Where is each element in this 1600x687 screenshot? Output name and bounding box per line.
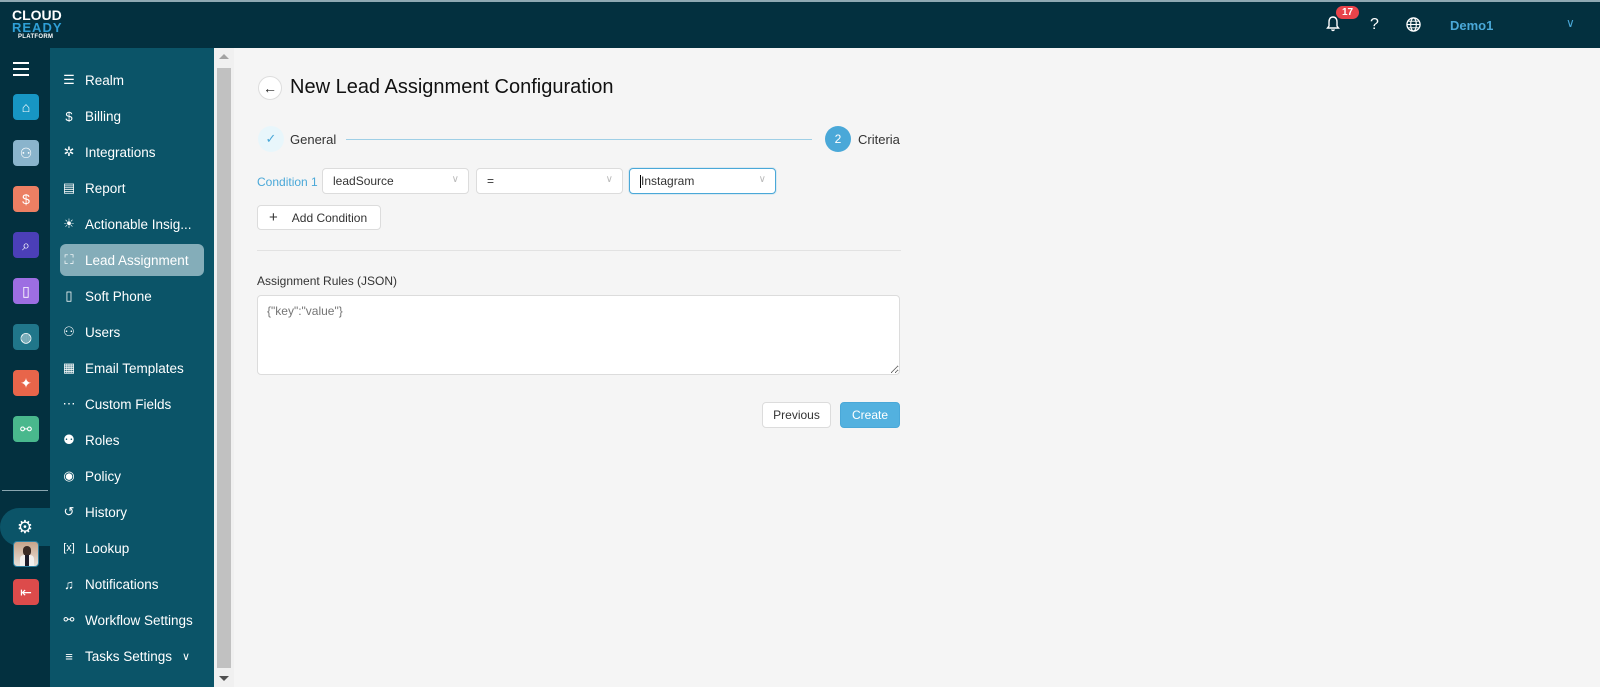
page-title: New Lead Assignment Configuration xyxy=(290,76,614,98)
sidebar-item-lookup[interactable]: [x] Lookup xyxy=(60,532,204,564)
finance-app-icon[interactable]: $ xyxy=(13,186,39,212)
chevron-down-icon[interactable]: ∨ xyxy=(1566,16,1575,30)
previous-button[interactable]: Previous xyxy=(762,402,831,428)
sidebar-item-policy[interactable]: ◉ Policy xyxy=(60,460,204,492)
billing-icon: $ xyxy=(65,108,73,124)
sidebar-item-realm[interactable]: ☰ Realm xyxy=(60,64,204,96)
sidebar-item-soft-phone[interactable]: ▯ Soft Phone xyxy=(60,280,204,312)
hamburger-menu-icon[interactable] xyxy=(13,62,29,76)
integrations-icon: ✲ xyxy=(63,144,75,159)
top-bar: CLOUD READY PLATFORM 17 ? Demo1 ∨ xyxy=(0,0,1600,48)
plus-icon: + xyxy=(269,209,278,226)
user-icon: ⚇ xyxy=(63,324,75,339)
create-button[interactable]: Create xyxy=(840,402,900,428)
scroll-up-arrow-icon[interactable] xyxy=(219,54,229,59)
logout-icon[interactable]: ⇤ xyxy=(13,579,39,605)
sidebar-item-email-templates[interactable]: ▦ Email Templates xyxy=(60,352,204,384)
sidebar-scrollbar[interactable] xyxy=(214,48,234,687)
condition-label: Condition 1 xyxy=(257,175,318,189)
integration-app-icon[interactable]: ⚯ xyxy=(13,416,39,442)
step-general-label[interactable]: General xyxy=(290,132,336,147)
sidebar-item-integrations[interactable]: ✲ Integrations xyxy=(60,136,204,168)
chevron-down-icon: ∨ xyxy=(451,174,459,185)
sidebar-item-roles[interactable]: ⚉ Roles xyxy=(60,424,204,456)
back-button[interactable]: ← xyxy=(258,76,282,100)
web-app-icon[interactable]: ◍ xyxy=(13,324,39,350)
sidebar-item-lead-assignment[interactable]: ⛶ Lead Assignment xyxy=(60,244,204,276)
lightbulb-icon: ☀ xyxy=(63,216,75,231)
avatar[interactable] xyxy=(13,541,39,567)
chevron-down-icon: ∨ xyxy=(605,174,613,185)
app-rail: ⌂ ⚇ $ ⌕ ▯ ◍ ✦ ⚯ ⚙ ⇤ xyxy=(0,48,50,687)
roles-icon: ⚉ xyxy=(63,432,75,447)
policy-icon: ◉ xyxy=(63,468,75,483)
lookup-icon: [x] xyxy=(63,542,75,554)
sidebar-item-history[interactable]: ↺ History xyxy=(60,496,204,528)
report-icon: ▤ xyxy=(62,180,76,195)
soft-phone-icon: ▯ xyxy=(65,288,73,303)
scrollbar-thumb[interactable] xyxy=(217,68,231,668)
sidebar-item-billing[interactable]: $ Billing xyxy=(60,100,204,132)
help-icon[interactable]: ? xyxy=(1370,16,1379,34)
sidebar-item-notifications[interactable]: ♫ Notifications xyxy=(60,568,204,600)
globe-icon[interactable] xyxy=(1406,17,1422,33)
sidebar-item-workflow-settings[interactable]: ⚯ Workflow Settings xyxy=(60,604,204,636)
main-content: ← New Lead Assignment Configuration ✓ Ge… xyxy=(234,48,1600,687)
tasks-icon: ≡ xyxy=(65,648,73,664)
condition-field-select[interactable]: leadSource ∨ xyxy=(322,168,469,194)
condition-value-select[interactable]: Instagram ∨ xyxy=(629,168,776,194)
sidebar-item-actionable-insights[interactable]: ☀ Actionable Insig... xyxy=(60,208,204,240)
assignment-rules-textarea[interactable] xyxy=(257,295,900,375)
history-icon: ↺ xyxy=(63,504,75,519)
mobile-app-icon[interactable]: ▯ xyxy=(13,278,39,304)
chevron-down-icon[interactable]: ∨ xyxy=(182,650,190,663)
assignment-rules-label: Assignment Rules (JSON) xyxy=(257,274,398,288)
property-search-app-icon[interactable]: ⌕ xyxy=(13,232,39,258)
sidebar-item-tasks-settings[interactable]: ≡ Tasks Settings ∨ xyxy=(60,640,204,672)
condition-operator-select[interactable]: = ∨ xyxy=(476,168,623,194)
user-menu[interactable]: Demo1 xyxy=(1450,18,1493,33)
app-logo[interactable]: CLOUD READY PLATFORM xyxy=(12,8,72,42)
step-connector xyxy=(346,139,812,140)
workflow-icon: ⚯ xyxy=(63,612,75,627)
sidebar-item-custom-fields[interactable]: ⋯ Custom Fields xyxy=(60,388,204,420)
notifications-icon: ♫ xyxy=(64,576,74,592)
realty-app-icon[interactable]: ⌂ xyxy=(13,94,39,120)
notification-count-badge: 17 xyxy=(1336,6,1360,19)
sidebar-item-report[interactable]: ▤ Report xyxy=(60,172,204,204)
arrow-left-icon: ← xyxy=(263,80,277,96)
marketing-app-icon[interactable]: ✦ xyxy=(13,370,39,396)
step-criteria-number: 2 xyxy=(825,126,851,152)
section-divider xyxy=(257,250,901,251)
scroll-down-arrow-icon[interactable] xyxy=(219,676,229,681)
chevron-down-icon: ∨ xyxy=(758,174,766,185)
settings-sidebar: ☰ Realm $ Billing ✲ Integrations ▤ Report ☀ A… xyxy=(50,48,214,687)
step-criteria-label[interactable]: Criteria xyxy=(858,132,900,147)
add-condition-button[interactable]: + Add Condition xyxy=(257,205,381,230)
step-general-checkmark-icon: ✓ xyxy=(258,126,284,152)
lead-assignment-icon: ⛶ xyxy=(64,252,74,267)
custom-fields-icon: ⋯ xyxy=(62,396,76,411)
team-app-icon[interactable]: ⚇ xyxy=(13,140,39,166)
email-templates-icon: ▦ xyxy=(62,360,76,375)
realm-icon: ☰ xyxy=(63,72,75,87)
rail-divider xyxy=(2,490,48,491)
sidebar-item-users[interactable]: ⚇ Users xyxy=(60,316,204,348)
